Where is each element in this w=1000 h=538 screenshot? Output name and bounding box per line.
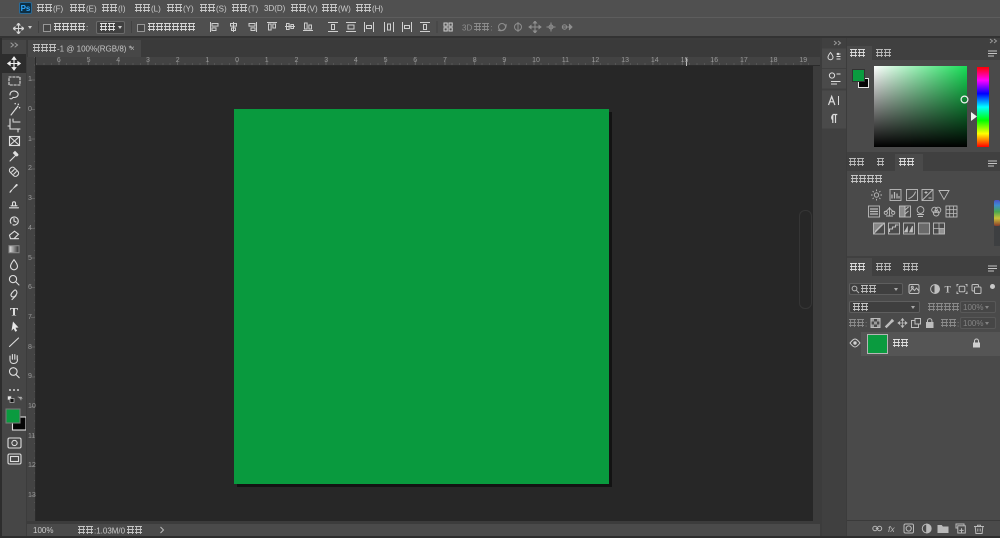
svg-text:fx: fx: [888, 524, 895, 534]
svg-text:T: T: [945, 286, 952, 296]
svg-text:T: T: [10, 305, 18, 319]
